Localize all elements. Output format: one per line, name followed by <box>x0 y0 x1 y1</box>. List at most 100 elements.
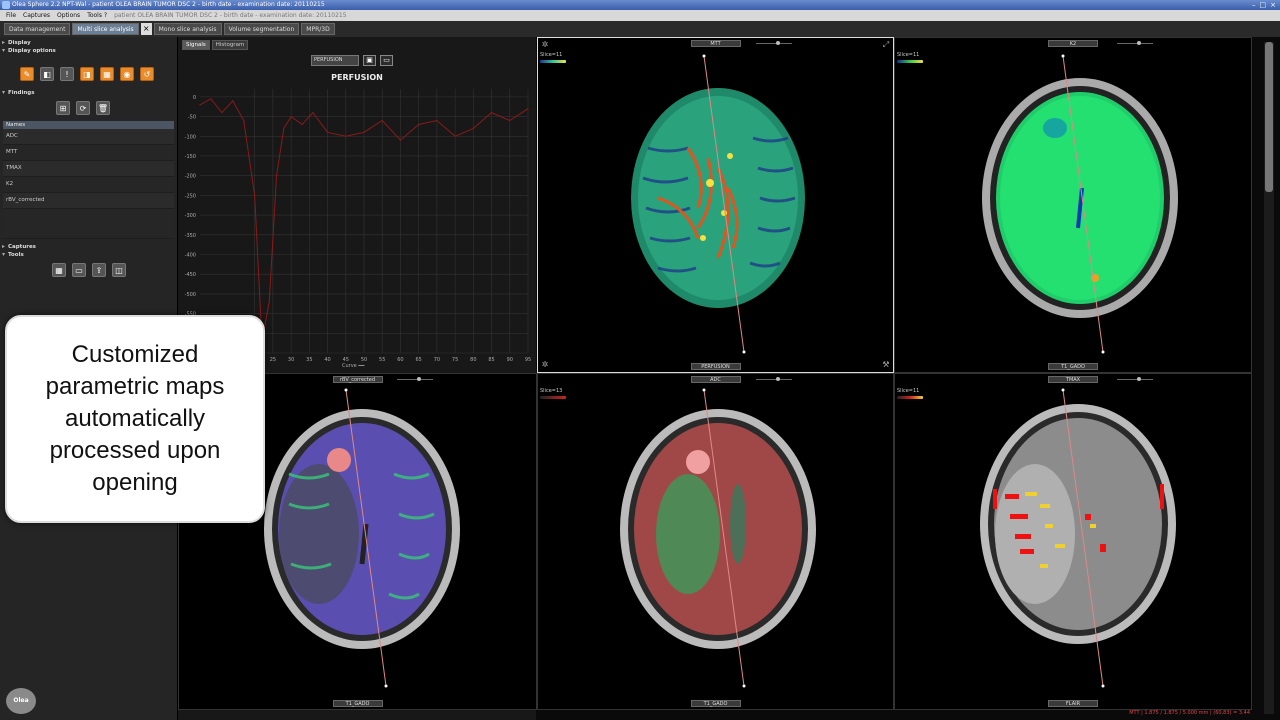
window-title: Olea Sphere 2.2 NPT-Wal - patient OLEA B… <box>12 1 325 8</box>
scrollbar-thumb[interactable] <box>1265 42 1273 192</box>
x-tick-label: 75 <box>452 357 458 363</box>
opacity-slider[interactable] <box>756 41 792 45</box>
k2-brain-map <box>982 54 1178 354</box>
settings-icon[interactable]: ✲ <box>540 40 550 50</box>
wrench-icon[interactable]: ⚒ <box>881 360 891 370</box>
add-finding-icon[interactable]: ⊞ <box>56 101 70 115</box>
y-tick-label: -400 <box>185 252 196 258</box>
annotation-callout: Customized parametric maps automatically… <box>5 315 265 523</box>
opacity-slider[interactable] <box>397 377 433 381</box>
data-point <box>509 119 511 122</box>
viewer-adc[interactable]: ADC Slice=13 T1_GADO <box>537 373 894 710</box>
y-tick-label: -350 <box>185 233 196 239</box>
viewer-scrollbar[interactable] <box>1264 42 1274 714</box>
overlay-icon[interactable]: ◨ <box>80 67 94 81</box>
section-display[interactable]: Display <box>0 39 177 47</box>
signal-type-select[interactable]: PERFUSION <box>311 55 359 66</box>
trash-icon[interactable]: 🗑 <box>96 101 110 115</box>
opacity-slider[interactable] <box>1117 41 1153 45</box>
viewer-base-select[interactable]: T1_GADO <box>690 700 741 707</box>
tab-signals[interactable]: Signals <box>182 40 210 50</box>
section-findings[interactable]: Findings <box>0 89 177 97</box>
x-tick-label: 60 <box>397 357 403 363</box>
expand-icon[interactable]: ⤢ <box>881 40 891 50</box>
window-titlebar: Olea Sphere 2.2 NPT-Wal - patient OLEA B… <box>0 0 1280 10</box>
colormap-icon[interactable]: ▦ <box>100 67 114 81</box>
settings-icon[interactable]: ✲ <box>540 360 550 370</box>
data-point <box>254 194 256 196</box>
data-point <box>210 98 212 100</box>
compare-icon[interactable]: ◫ <box>112 263 126 277</box>
tab-data-management[interactable]: Data management <box>4 23 71 35</box>
menu-captures[interactable]: Captures <box>23 10 50 21</box>
data-point <box>345 135 347 137</box>
status-readout: MTT | 1.875 / 1.875 / 5.000 mm | (60,83)… <box>1129 710 1250 716</box>
menu-options[interactable]: Options <box>57 10 80 21</box>
section-tools[interactable]: Tools <box>0 251 177 259</box>
y-tick-label: -500 <box>185 292 196 298</box>
x-tick-label: 30 <box>288 357 294 363</box>
list-item[interactable]: MTT <box>3 145 174 161</box>
viewer-map-select[interactable]: MTT <box>690 40 741 47</box>
close-tab-icon[interactable]: × <box>140 23 152 35</box>
menu-file[interactable]: File <box>6 10 16 21</box>
section-captures[interactable]: Captures <box>0 243 177 251</box>
list-item[interactable]: ADC <box>3 129 174 145</box>
viewer-mtt[interactable]: MTT Slice=11 PERFUSION ✲ ⤢ ✲ ⚒ <box>537 37 894 373</box>
refresh-icon[interactable]: ⟳ <box>76 101 90 115</box>
y-tick-label: -250 <box>185 193 196 199</box>
export-icon[interactable]: ⇪ <box>92 263 106 277</box>
minimize-icon[interactable]: – <box>1252 1 1256 9</box>
tab-mpr-3d[interactable]: MPR/3D <box>301 23 335 35</box>
info-icon[interactable]: ! <box>60 67 74 81</box>
brush-icon[interactable]: ✎ <box>20 67 34 81</box>
viewer-base-select[interactable]: PERFUSION <box>690 363 741 370</box>
viewer-map-select[interactable]: K2 <box>1048 40 1098 47</box>
data-point <box>275 175 278 177</box>
viewer-map-select[interactable]: ADC <box>690 376 741 383</box>
viewer-k2[interactable]: K2 Slice=11 T1_GADO <box>894 37 1252 373</box>
data-point <box>290 115 292 118</box>
list-item[interactable]: TMAX <box>3 161 174 177</box>
signals-subtabs: Signals Histogram <box>178 37 536 53</box>
tab-multi-slice-analysis[interactable]: Multi slice analysis <box>72 23 139 35</box>
data-point <box>326 131 329 133</box>
data-point <box>454 135 456 137</box>
menu-tools[interactable]: Tools ? <box>87 10 107 21</box>
tab-mono-slice-analysis[interactable]: Mono slice analysis <box>153 23 222 35</box>
opacity-slider[interactable] <box>1117 377 1153 381</box>
viewer-tmax[interactable]: TMAX Slice=11 FLAIR <box>894 373 1252 710</box>
list-item[interactable]: K2 <box>3 177 174 193</box>
viewer-base-select[interactable]: T1_GADO <box>332 700 383 707</box>
y-tick-label: -450 <box>185 272 196 278</box>
data-point <box>199 104 201 106</box>
tab-histogram[interactable]: Histogram <box>211 40 249 50</box>
findings-list-header: Names <box>3 121 174 129</box>
viewer-base-select[interactable]: T1_GADO <box>1048 363 1098 370</box>
slice-indicator: Slice=11 <box>897 388 920 394</box>
screen-icon[interactable]: ▣ <box>363 55 376 66</box>
y-tick-label: -150 <box>185 154 196 160</box>
monitor-icon[interactable]: ▭ <box>72 263 86 277</box>
viewer-map-select[interactable]: TMAX <box>1048 376 1098 383</box>
slice-indicator: Slice=11 <box>897 52 920 58</box>
x-tick-label: 40 <box>324 357 330 363</box>
viewer-map-select[interactable]: rBV_corrected <box>332 376 383 383</box>
opacity-slider[interactable] <box>756 377 792 381</box>
data-point <box>418 123 420 126</box>
chart-controls: PERFUSION ▣ ▭ <box>311 55 393 66</box>
section-display-options[interactable]: Display options <box>0 47 177 55</box>
maximize-icon[interactable]: □ <box>1260 1 1267 9</box>
tab-volume-segmentation[interactable]: Volume segmentation <box>223 23 300 35</box>
colorbar <box>540 60 566 63</box>
window-level-icon[interactable]: ◧ <box>40 67 54 81</box>
viewer-base-select[interactable]: FLAIR <box>1048 700 1098 707</box>
data-point <box>301 123 303 126</box>
fusion-icon[interactable]: ◉ <box>120 67 134 81</box>
close-icon[interactable]: × <box>1270 1 1276 9</box>
data-point <box>363 131 365 133</box>
window-icon[interactable]: ▭ <box>380 55 393 66</box>
reset-display-icon[interactable]: ↺ <box>140 67 154 81</box>
list-item[interactable]: rBV_corrected <box>3 193 174 209</box>
grid-layout-icon[interactable]: ▦ <box>52 263 66 277</box>
